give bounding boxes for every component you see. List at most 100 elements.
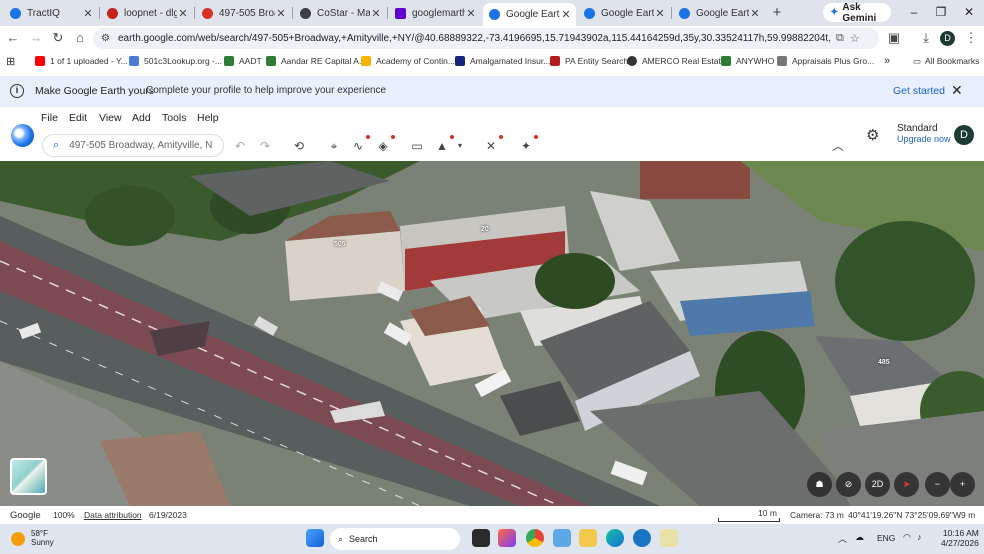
- bookmark-academy[interactable]: Academy of Contin...: [361, 54, 455, 68]
- more-bookmarks-button[interactable]: »: [884, 54, 890, 68]
- volume-icon[interactable]: ♪: [917, 532, 922, 542]
- zoom-out-button[interactable]: −: [925, 472, 950, 497]
- tools-icon[interactable]: ✕: [483, 135, 503, 154]
- tab-google-earth-3[interactable]: Google Earth ✕: [673, 2, 765, 24]
- earth-3d-map-view[interactable]: 505 20 485 ☗ ⊘ 2D ➤ − +: [0, 161, 984, 506]
- data-attribution-link[interactable]: Data attribution: [84, 510, 142, 520]
- minimap-thumbnail[interactable]: [10, 458, 47, 495]
- sunny-weather-icon[interactable]: [11, 532, 25, 546]
- bookmark-amerco[interactable]: AMERCO Real Estat...: [627, 54, 728, 68]
- reload-icon[interactable]: ↻: [49, 29, 67, 47]
- copilot-icon[interactable]: [498, 529, 516, 547]
- menu-add[interactable]: Add: [132, 112, 151, 124]
- get-started-button[interactable]: Get started: [893, 85, 945, 97]
- menu-file[interactable]: File: [41, 112, 58, 124]
- tab-costar[interactable]: CoStar - Marke ✕: [294, 2, 386, 24]
- earth-search-box[interactable]: ⌕: [42, 134, 224, 157]
- close-window-button[interactable]: ✕: [958, 2, 980, 22]
- cloud-icon[interactable]: ☁: [855, 532, 864, 543]
- add-placemark-icon[interactable]: ⌖: [326, 138, 342, 154]
- all-bookmarks-button[interactable]: ▭ All Bookmarks: [913, 54, 979, 68]
- bookmark-501c3[interactable]: 501c3Lookup.org -...: [129, 54, 222, 68]
- close-tab-icon[interactable]: ✕: [177, 7, 189, 20]
- menu-view[interactable]: View: [99, 112, 122, 124]
- add-path-icon[interactable]: ∿: [350, 135, 370, 154]
- minimize-button[interactable]: –: [903, 2, 925, 22]
- redo-icon[interactable]: ↷: [257, 138, 273, 154]
- close-tab-icon[interactable]: ✕: [370, 7, 382, 20]
- zoom-in-button[interactable]: +: [950, 472, 975, 497]
- app-icon[interactable]: [553, 529, 571, 547]
- bookmark-amalgamated[interactable]: Amalgamated Insur...: [455, 54, 550, 68]
- show-hidden-icons-chevron-icon[interactable]: ︿: [838, 532, 847, 545]
- bookmark-youtube[interactable]: 1 of 1 uploaded - Y...: [35, 54, 128, 68]
- address-label-485[interactable]: 485: [878, 359, 890, 366]
- upgrade-link[interactable]: Upgrade now: [897, 134, 951, 145]
- tab-google-earth-2[interactable]: Google Earth ✕: [578, 2, 670, 24]
- file-explorer-icon[interactable]: [579, 529, 597, 547]
- taskbar-search[interactable]: ⌕ Search: [330, 528, 460, 550]
- address-label-20[interactable]: 20: [481, 226, 489, 233]
- wifi-icon[interactable]: ◠: [903, 532, 911, 543]
- close-tab-icon[interactable]: ✕: [82, 7, 94, 20]
- windows-start-icon[interactable]: [306, 529, 324, 547]
- system-clock[interactable]: 10:16 AM 4/27/2026: [941, 528, 979, 548]
- weather-widget[interactable]: 58°F Sunny: [31, 529, 54, 547]
- edge-icon[interactable]: [606, 529, 624, 547]
- downloads-icon[interactable]: ⤓: [917, 29, 935, 47]
- bookmark-appraisals[interactable]: Appraisals Plus Gro...: [777, 54, 874, 68]
- gemini-sparkle-icon[interactable]: ✦: [518, 135, 538, 154]
- language-indicator[interactable]: ENG: [877, 533, 895, 543]
- user-avatar[interactable]: D: [954, 125, 974, 145]
- address-label-505[interactable]: 505: [334, 241, 346, 248]
- tab-yahoo-search[interactable]: googlemarth - ✕: [389, 2, 481, 24]
- menu-help[interactable]: Help: [197, 112, 219, 124]
- home-icon[interactable]: ⌂: [71, 29, 89, 47]
- google-earth-logo-icon[interactable]: [11, 124, 34, 147]
- close-banner-icon[interactable]: ✕: [951, 82, 963, 99]
- compass-reset-icon[interactable]: ⊘: [836, 472, 861, 497]
- bookmark-pa-entity[interactable]: PA Entity Search: [550, 54, 628, 68]
- close-tab-icon[interactable]: ✕: [465, 7, 477, 20]
- bookmark-star-icon[interactable]: ☆: [850, 32, 860, 45]
- install-app-icon[interactable]: ⧉: [836, 32, 844, 45]
- bookmark-aadt[interactable]: AADT: [224, 54, 262, 68]
- tab-broadway[interactable]: 497-505 Broadw ✕: [196, 2, 291, 24]
- menu-tools[interactable]: Tools: [162, 112, 187, 124]
- close-tab-icon[interactable]: ✕: [275, 7, 287, 20]
- close-tab-icon[interactable]: ✕: [749, 7, 761, 20]
- site-info-icon[interactable]: ⚙: [101, 33, 110, 44]
- address-bar[interactable]: ⚙ earth.google.com/web/search/497-505+Br…: [93, 28, 879, 49]
- bookmark-anywho[interactable]: ANYWHO: [721, 54, 774, 68]
- tab-tractiq[interactable]: TractIQ ✕: [4, 2, 98, 24]
- tab-google-earth-active[interactable]: Google Earth ✕: [483, 3, 576, 26]
- close-tab-icon[interactable]: ✕: [654, 7, 666, 20]
- app-icon-2[interactable]: [633, 529, 651, 547]
- tab-search-icon[interactable]: ▣: [885, 29, 903, 47]
- browser-profile-avatar[interactable]: D: [940, 31, 955, 46]
- maximize-button[interactable]: ❐: [930, 2, 952, 22]
- url-text[interactable]: earth.google.com/web/search/497-505+Broa…: [118, 33, 830, 44]
- street-view-pegman-icon[interactable]: ☗: [807, 472, 832, 497]
- map-layers-icon[interactable]: ◈: [375, 135, 395, 154]
- notepad-icon[interactable]: [660, 529, 678, 547]
- apps-grid-icon[interactable]: ⊞: [6, 54, 15, 68]
- earth-search-input[interactable]: [69, 140, 215, 151]
- forward-arrow-icon[interactable]: →: [27, 29, 45, 47]
- measure-ruler-icon[interactable]: ▭: [409, 138, 425, 154]
- close-tab-icon[interactable]: ✕: [560, 8, 572, 21]
- bookmark-aandar[interactable]: Aandar RE Capital A...: [266, 54, 366, 68]
- capture-image-icon[interactable]: ▲: [434, 135, 454, 154]
- ask-gemini-button[interactable]: ✦ Ask Gemini: [823, 2, 891, 24]
- collapse-chevron-up-icon[interactable]: ︿: [830, 138, 846, 154]
- new-tab-button[interactable]: +: [768, 4, 786, 22]
- browser-menu-icon[interactable]: ⋮: [962, 29, 980, 47]
- chevron-down-icon[interactable]: ▾: [452, 138, 468, 154]
- chrome-icon[interactable]: [526, 529, 544, 547]
- back-arrow-icon[interactable]: ←: [4, 29, 22, 47]
- menu-edit[interactable]: Edit: [69, 112, 87, 124]
- tab-loopnet[interactable]: loopnet - dlgun ✕: [101, 2, 193, 24]
- undo-icon[interactable]: ↶: [232, 138, 248, 154]
- compass-needle-icon[interactable]: ➤: [894, 472, 919, 497]
- toggle-2d-button[interactable]: 2D: [865, 472, 890, 497]
